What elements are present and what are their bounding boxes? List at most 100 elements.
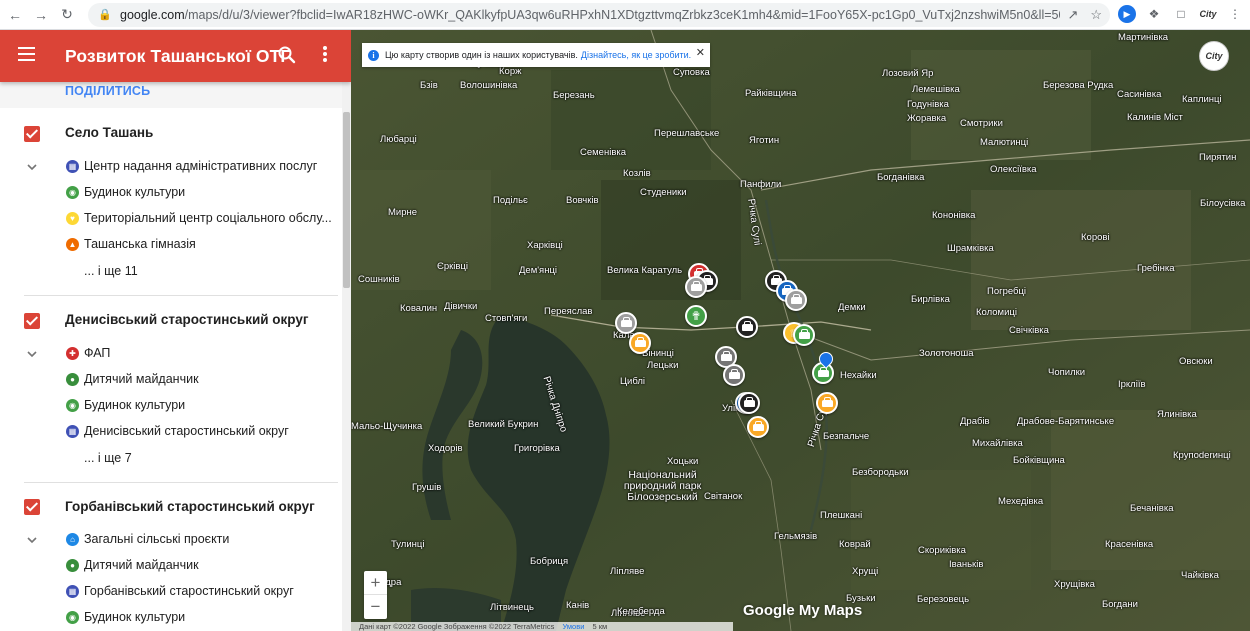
chevron-down-icon[interactable]: [27, 162, 37, 172]
panel-scrollbar[interactable]: [342, 82, 351, 631]
map-marker[interactable]: [723, 364, 745, 386]
place-label: Демки: [838, 302, 866, 313]
place-label: Красенівка: [1105, 539, 1154, 550]
place-label: Калинів Міст: [1127, 112, 1183, 123]
share-link[interactable]: ПОДІЛИТИСЬ: [65, 82, 341, 108]
address-bar[interactable]: 🔒 google.com/maps/d/u/3/viewer?fbclid=Iw…: [88, 3, 1110, 27]
map-marker[interactable]: [685, 276, 707, 298]
url-text: google.com/maps/d/u/3/viewer?fbclid=IwAR…: [120, 8, 1060, 22]
layer-checkbox-tashan[interactable]: [24, 126, 40, 142]
city-badge[interactable]: City: [1199, 41, 1229, 71]
layer-title: Село Ташань: [65, 125, 154, 140]
side-panel-icon[interactable]: □: [1172, 5, 1190, 23]
place-label: Сасинівка: [1117, 89, 1162, 100]
back-icon[interactable]: ←: [4, 4, 26, 26]
place-label: Лецьки: [647, 360, 679, 371]
place-label: Драбів: [960, 416, 990, 427]
list-item[interactable]: ◉ Будинок культури: [66, 184, 185, 200]
bookmark-star-icon[interactable]: ☆: [1090, 7, 1102, 23]
share-icon[interactable]: ↗: [1067, 7, 1078, 23]
place-label: Студеники: [640, 187, 687, 198]
place-label: Березань: [553, 90, 595, 101]
theater-icon: ◉: [66, 398, 79, 412]
place-label: Подільє: [493, 195, 528, 206]
more-items-link[interactable]: ... і ще 11: [84, 264, 138, 278]
playground-icon: ●: [66, 372, 79, 386]
place-label: Малютинці: [980, 137, 1029, 148]
chevron-down-icon[interactable]: [27, 535, 37, 545]
list-item[interactable]: ● Дитячий майданчик: [66, 371, 199, 387]
list-item[interactable]: ⌂ Загальні сільські проєкти: [66, 531, 229, 547]
map-marker[interactable]: [785, 289, 807, 311]
map-marker[interactable]: [816, 392, 838, 414]
place-label: Золотоноша: [919, 348, 974, 359]
scrollbar-thumb[interactable]: [343, 112, 350, 288]
place-label: Гребінка: [1137, 263, 1175, 274]
forward-icon[interactable]: →: [30, 4, 52, 26]
zoom-out-button[interactable]: −: [364, 595, 387, 619]
hamburger-menu-icon[interactable]: [18, 47, 35, 65]
list-item[interactable]: ▦ Горбанівський старостинський округ: [66, 583, 294, 599]
list-item[interactable]: ◉ Будинок культури: [66, 609, 185, 625]
extension-blue-icon[interactable]: ▶: [1118, 5, 1136, 23]
place-label: Пирятин: [1199, 152, 1237, 163]
place-label: Крупоderинці: [1173, 450, 1231, 461]
place-label: Овсюки: [1179, 356, 1213, 367]
place-label: Шрамківка: [947, 243, 994, 254]
reload-icon[interactable]: ↻: [56, 4, 78, 26]
scale-label: 5 км: [592, 622, 608, 631]
zoom-controls: + −: [364, 571, 387, 619]
layer-checkbox-horbanivskyi[interactable]: [24, 499, 40, 515]
place-label: Хоцьки: [667, 456, 699, 467]
place-label: Корові: [1081, 232, 1110, 243]
place-label: Ялинівка: [1157, 409, 1197, 420]
map-marker[interactable]: [738, 392, 760, 414]
chevron-down-icon[interactable]: [27, 349, 37, 359]
layer-checkbox-denysivskyi[interactable]: [24, 313, 40, 329]
more-items-link[interactable]: ... і ще 7: [84, 451, 132, 465]
place-label: Михайлівка: [972, 438, 1023, 449]
close-icon[interactable]: ✕: [696, 46, 705, 59]
layer-title: Горбанівський старостинський округ: [65, 499, 315, 514]
map-marker[interactable]: [615, 312, 637, 334]
place-label: Ковалин: [400, 303, 438, 314]
map-marker[interactable]: [629, 332, 651, 354]
more-vert-icon[interactable]: [318, 46, 332, 66]
church-marker[interactable]: ✟: [685, 305, 707, 327]
place-label: Волошинівка: [460, 80, 518, 91]
place-label: Стовп'яги: [485, 313, 528, 324]
place-label: Лозовий Яр: [882, 68, 934, 79]
list-item[interactable]: ● Дитячий майданчик: [66, 557, 199, 573]
place-label: Велика Каратуль: [607, 265, 683, 276]
city-extension-icon[interactable]: City: [1199, 5, 1217, 23]
list-item[interactable]: ▲ Ташанська гімназія: [66, 236, 196, 252]
place-label: Свічківка: [1009, 325, 1049, 336]
terms-link[interactable]: Умови: [562, 622, 584, 631]
list-item[interactable]: ▦ Денисівський старостинський округ: [66, 423, 289, 439]
place-label: Мехедівка: [998, 496, 1044, 507]
list-item[interactable]: ◉ Будинок культури: [66, 397, 185, 413]
place-label: Нехайки: [840, 370, 877, 381]
place-label: Бобриця: [530, 556, 569, 567]
search-icon[interactable]: [277, 45, 297, 65]
zoom-in-button[interactable]: +: [364, 571, 387, 595]
building-icon: ▦: [66, 424, 79, 438]
map-canvas[interactable]: КучаківКоржСуповкаЛозовий ЯрМартинівкаБз…: [351, 30, 1250, 631]
list-item[interactable]: ✚ ФАП: [66, 345, 110, 361]
lock-icon: 🔒: [98, 9, 112, 21]
place-label: Жоравка: [907, 113, 947, 124]
place-label: Коврай: [839, 539, 871, 550]
map-info-notice: i Цю карту створив один із наших користу…: [362, 43, 710, 67]
place-label: Лемешівка: [912, 84, 960, 95]
place-label: Іваньків: [949, 559, 984, 570]
map-marker[interactable]: [793, 324, 815, 346]
map-marker[interactable]: [736, 316, 758, 338]
browser-menu-icon[interactable]: ⋮: [1226, 5, 1244, 23]
puzzle-extensions-icon[interactable]: ❖: [1145, 5, 1163, 23]
place-label: Богдани: [1102, 599, 1138, 610]
list-item[interactable]: ▦ Центр надання адміністративних послуг: [66, 158, 317, 174]
divider: [24, 295, 338, 296]
list-item[interactable]: ♥ Територіальний центр соціального обслу.…: [66, 210, 332, 226]
learn-how-link[interactable]: Дізнайтесь, як це зробити.: [581, 50, 691, 60]
map-marker[interactable]: [747, 416, 769, 438]
